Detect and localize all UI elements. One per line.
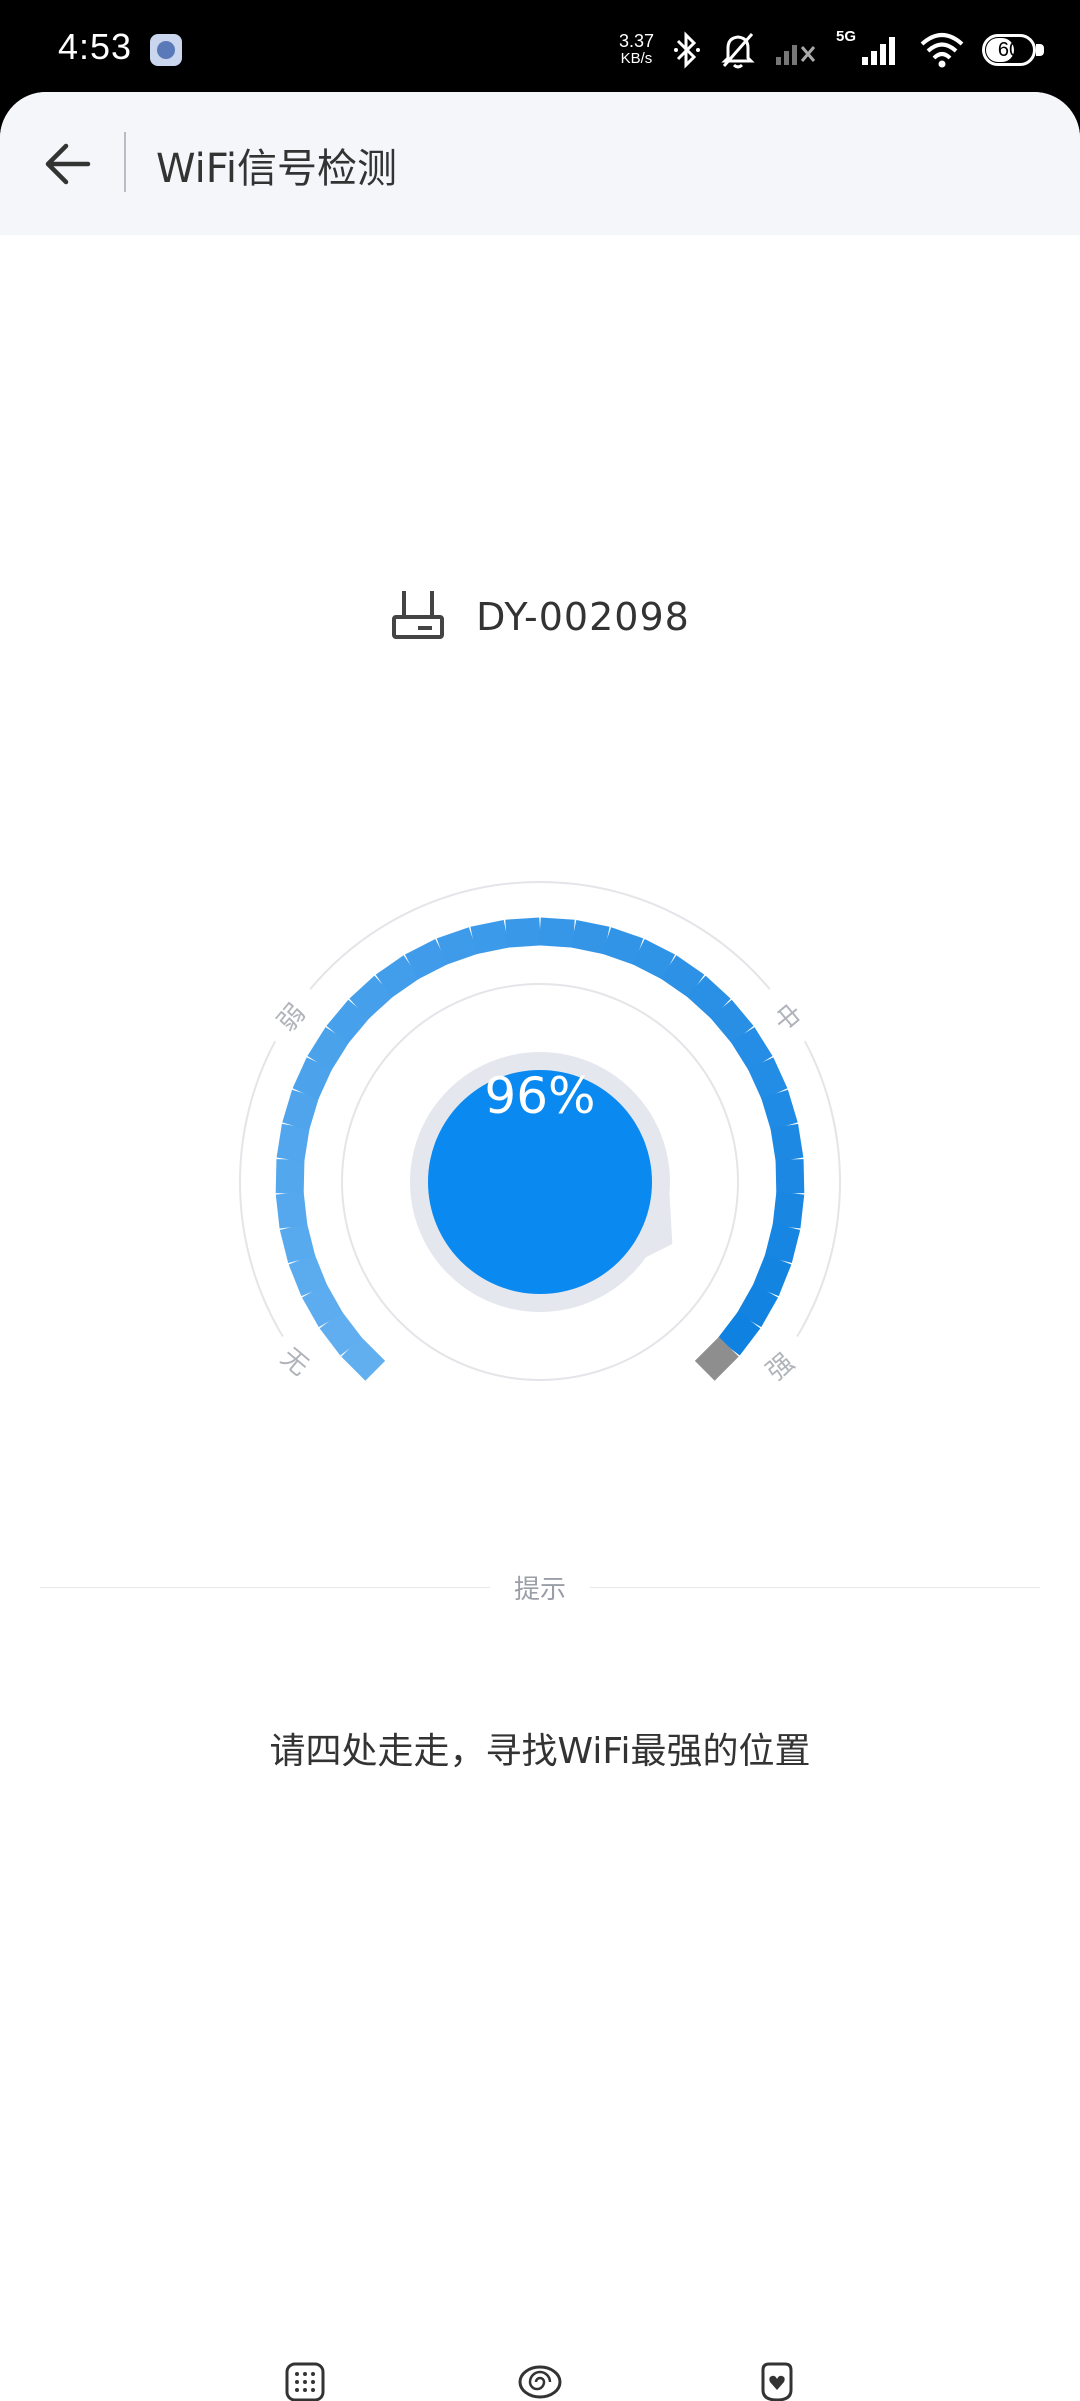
router-icon [390, 587, 446, 647]
network-speed-value: 3.37 [618, 31, 654, 51]
status-bar: 4:53 3.37 KB/s 5G 60 [0, 0, 1080, 100]
nav-spiral-button[interactable] [500, 2342, 580, 2401]
gauge-segment [538, 917, 575, 948]
nav-heart-button[interactable] [737, 2342, 817, 2401]
page-title: WiFi信号检测 [156, 146, 397, 192]
mute-bell-icon [720, 30, 756, 70]
gauge-segment [276, 1123, 310, 1162]
wifi-icon [920, 32, 964, 68]
gauge-segment [772, 1191, 805, 1229]
gauge-segment [275, 1159, 305, 1194]
arrow-left-icon [45, 143, 91, 185]
app-notification-icon [150, 34, 182, 66]
battery-level: 60 [997, 39, 1021, 61]
network-speed: 3.37 KB/s [619, 32, 654, 68]
signal-percentage: 96% [484, 1067, 596, 1125]
gauge-segment [770, 1123, 804, 1162]
gauge-segment [505, 917, 542, 948]
header-bar: WiFi信号检测 [0, 92, 1080, 235]
battery-icon: 60 [982, 32, 1044, 68]
nav-heart-icon [761, 2362, 793, 2401]
device-info: DY-002098 [0, 587, 1080, 647]
tip-heading: 提示 [513, 1575, 566, 1605]
bluetooth-icon [672, 31, 702, 69]
nav-spiral-icon [518, 2365, 562, 2399]
network-type-label: 5G [835, 27, 856, 45]
header-divider [124, 132, 126, 192]
status-time: 4:53 [58, 26, 133, 67]
signal-gauge: 弱 中 无 强 96% [230, 782, 850, 1422]
device-name: DY-002098 [476, 595, 690, 639]
gauge-segment [279, 1223, 316, 1263]
signal-sim1-icon [774, 33, 818, 67]
gauge-segment [275, 1191, 308, 1229]
status-icons: 3.37 KB/s 5G 60 [619, 22, 1044, 78]
back-button[interactable] [30, 126, 106, 202]
nav-grid-icon [285, 2362, 325, 2401]
gauge-segment [470, 919, 510, 955]
app-screen: WiFi信号检测 DY-002098 弱 中 无 强 96% 提示 请四处走走，… [0, 92, 1080, 2401]
tip-text: 请四处走走，寻找WiFi最强的位置 [269, 1731, 811, 1772]
network-speed-unit: KB/s [620, 50, 653, 67]
signal-5g-icon [860, 33, 902, 67]
nav-grid-button[interactable] [265, 2342, 345, 2401]
gauge-segment [775, 1159, 805, 1194]
bottom-nav [0, 2312, 1080, 2401]
